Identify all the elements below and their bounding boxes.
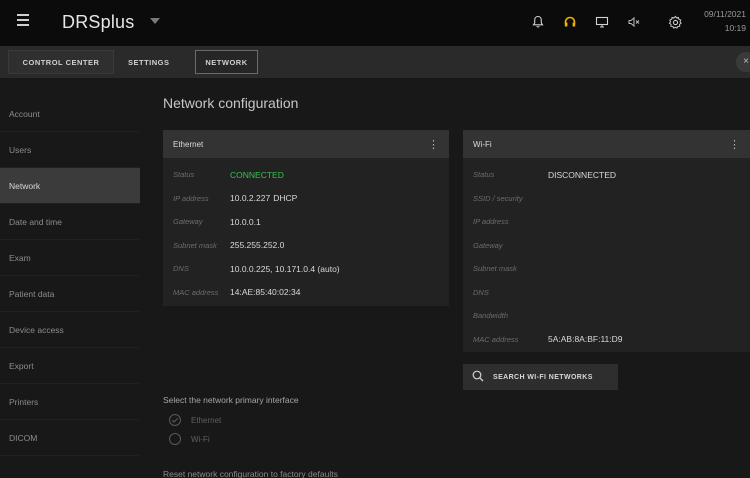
wifi-status-value: DISCONNECTED [548, 169, 617, 180]
row-label: MAC address [473, 334, 519, 344]
sidebar-item-dicom[interactable]: DICOM [0, 420, 140, 456]
wifi-mac-value: 5A:AB:8A:BF:11:D9 [548, 334, 623, 345]
search-wifi-label: SEARCH WI-FI NETWORKS [493, 373, 593, 381]
page-title: Network configuration [163, 95, 299, 111]
ethernet-mac-value: 14:AE:85:40:02:34 [230, 287, 301, 298]
wifi-row-status: Status DISCONNECTED [463, 163, 750, 187]
ethernet-ip-mode: DHCP [273, 193, 298, 204]
ethernet-row-subnet: Subnet mask 255.255.252.0 [163, 234, 449, 258]
ethernet-card-header: Ethernet ⋮ [163, 130, 449, 158]
radio-ethernet-label: Ethernet [191, 415, 222, 425]
row-label: Gateway [173, 217, 203, 227]
breadcrumb-network[interactable]: NETWORK [195, 50, 258, 74]
ethernet-row-gateway: Gateway 10.0.0.1 [163, 210, 449, 234]
sidebar-item-device-access[interactable]: Device access [0, 312, 140, 348]
breadcrumb: CONTROL CENTER SETTINGS NETWORK × [0, 46, 750, 78]
ethernet-status-value: CONNECTED [230, 169, 284, 180]
gear-icon[interactable] [666, 13, 684, 31]
app-title: DRSplus [62, 12, 135, 32]
sidebar-item-account[interactable]: Account [0, 96, 140, 132]
radio-ethernet[interactable]: Ethernet [169, 413, 221, 427]
ethernet-row-ip: IP address 10.0.2.227 DHCP [163, 187, 449, 211]
row-label: MAC address [173, 287, 219, 297]
ethernet-more-options-icon[interactable]: ⋮ [428, 138, 439, 151]
wifi-row-ip: IP address [463, 210, 750, 234]
radio-unchecked-icon[interactable] [169, 433, 181, 445]
row-label: Bandwidth [473, 311, 509, 321]
row-label: Status [173, 170, 195, 180]
wifi-row-bandwidth: Bandwidth [463, 304, 750, 328]
date-text: 09/11/2021 [704, 9, 746, 19]
row-label: Subnet mask [473, 264, 517, 274]
row-label: Status [473, 170, 495, 180]
ethernet-row-status: Status CONNECTED [163, 163, 449, 187]
ethernet-card-title: Ethernet [173, 139, 204, 149]
hamburger-menu-icon[interactable] [17, 14, 31, 28]
headset-icon[interactable] [561, 13, 579, 31]
radio-wifi-label: Wi-Fi [191, 434, 210, 444]
wifi-row-mac: MAC address 5A:AB:8A:BF:11:D9 [463, 328, 750, 352]
row-label: DNS [473, 287, 489, 297]
monitor-icon[interactable] [593, 13, 611, 31]
top-bar: DRSplus 09/11/2021 10:19 [0, 0, 750, 46]
wifi-row-dns: DNS [463, 281, 750, 305]
row-label: SSID / security [473, 193, 523, 203]
breadcrumb-control-center[interactable]: CONTROL CENTER [8, 50, 114, 74]
primary-interface-label: Select the network primary interface [163, 395, 299, 405]
ethernet-card: Ethernet ⋮ Status CONNECTED IP address 10.… [163, 130, 449, 306]
sidebar-item-printers[interactable]: Printers [0, 384, 140, 420]
ethernet-row-mac: MAC address 14:AE:85:40:02:34 [163, 281, 449, 305]
bell-icon[interactable] [529, 13, 547, 31]
wifi-row-ssid: SSID / security [463, 187, 750, 211]
ethernet-dns-value: 10.0.0.225, 10.171.0.4 (auto) [230, 263, 340, 274]
breadcrumb-settings[interactable]: SETTINGS [128, 50, 188, 74]
time-text: 10:19 [724, 23, 746, 33]
wifi-more-options-icon[interactable]: ⋮ [729, 138, 740, 151]
sidebar-item-export[interactable]: Export [0, 348, 140, 384]
wifi-card: Wi-Fi ⋮ Status DISCONNECTED SSID / securi… [463, 130, 750, 352]
app-menu-caret-icon[interactable] [150, 18, 160, 24]
sidebar-item-exam[interactable]: Exam [0, 240, 140, 276]
ethernet-ip-value: 10.0.2.227 [230, 193, 271, 204]
wifi-row-gateway: Gateway [463, 234, 750, 258]
wifi-card-header: Wi-Fi ⋮ [463, 130, 750, 158]
radio-checked-icon[interactable] [169, 414, 181, 426]
ethernet-gateway-value: 10.0.0.1 [230, 216, 261, 227]
sidebar-item-users[interactable]: Users [0, 132, 140, 168]
date-time-display: 09/11/2021 10:19 [704, 7, 746, 35]
row-label: IP address [173, 193, 209, 203]
speaker-muted-icon[interactable] [625, 13, 643, 31]
row-label: Gateway [473, 240, 503, 250]
row-label: DNS [173, 264, 189, 274]
sidebar-item-network[interactable]: Network [0, 168, 140, 204]
search-wifi-networks-button[interactable]: SEARCH WI-FI NETWORKS [463, 364, 618, 390]
sidebar-item-date-and-time[interactable]: Date and time [0, 204, 140, 240]
reset-network-label: Reset network configuration to factory d… [163, 469, 338, 478]
row-label: IP address [473, 217, 509, 227]
wifi-card-title: Wi-Fi [473, 139, 492, 149]
row-label: Subnet mask [173, 240, 217, 250]
ethernet-row-dns: DNS 10.0.0.225, 10.171.0.4 (auto) [163, 257, 449, 281]
search-icon [472, 370, 484, 384]
sidebar-item-patient-data[interactable]: Patient data [0, 276, 140, 312]
sidebar: Account Users Network Date and time Exam… [0, 96, 140, 456]
close-icon[interactable]: × [736, 52, 750, 72]
wifi-row-subnet: Subnet mask [463, 257, 750, 281]
radio-wifi[interactable]: Wi-Fi [169, 432, 210, 446]
ethernet-subnet-value: 255.255.252.0 [230, 240, 285, 251]
